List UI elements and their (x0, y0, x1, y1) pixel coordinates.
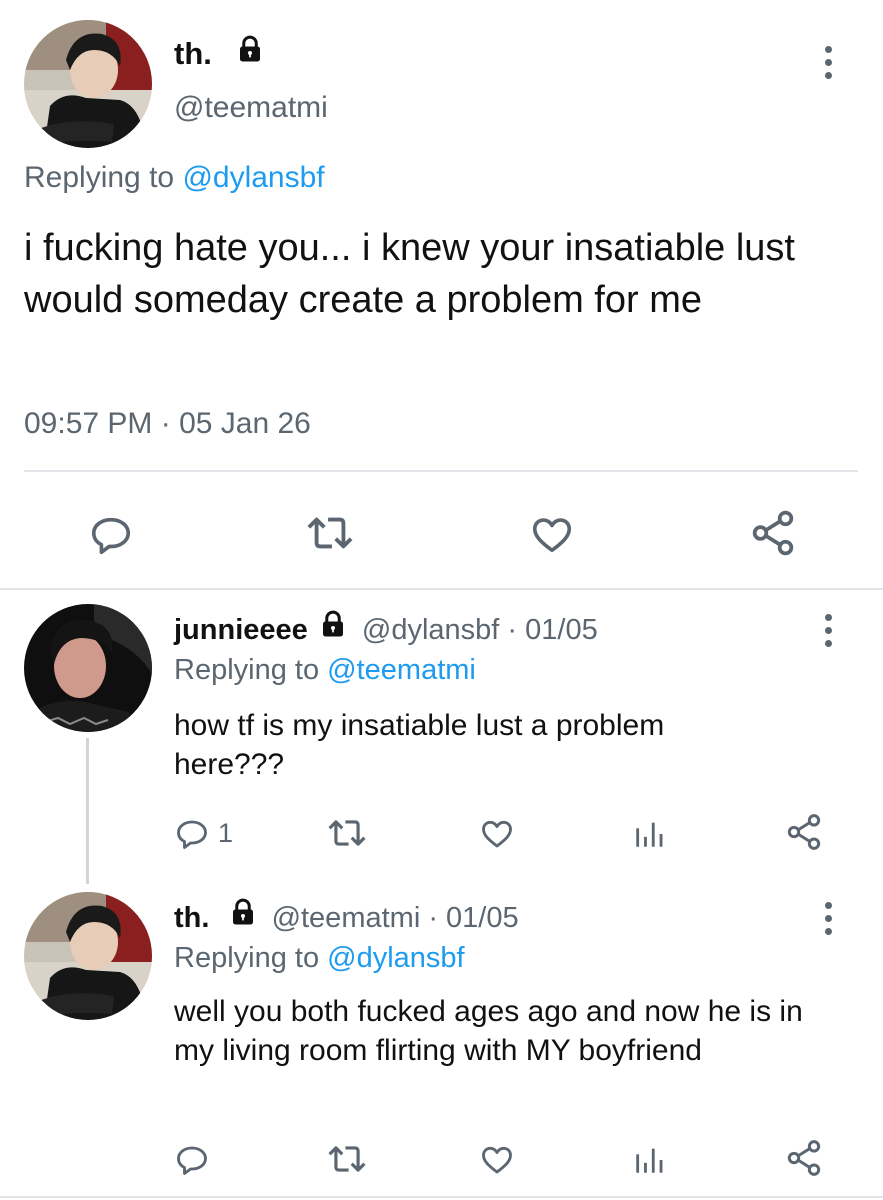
replying-prefix: Replying to (24, 161, 175, 194)
replying-to: Replying to @teematmi (174, 652, 476, 688)
tweet-text: i fucking hate you... i knew your insati… (24, 227, 795, 321)
retweet-icon[interactable] (324, 1140, 370, 1178)
reply-icon[interactable] (174, 1142, 210, 1178)
lock-icon (318, 609, 348, 648)
share-icon[interactable] (784, 1138, 824, 1178)
like-icon[interactable] (478, 1142, 516, 1178)
reply-count: 1 (218, 818, 234, 848)
handle[interactable]: @dylansbf (362, 614, 499, 646)
retweet-icon[interactable] (324, 814, 370, 852)
handle[interactable]: @teematmi (174, 90, 328, 126)
avatar[interactable] (24, 20, 152, 148)
replying-prefix: Replying to (174, 654, 320, 686)
section-divider (0, 588, 883, 590)
like-icon[interactable] (478, 816, 516, 852)
display-name[interactable]: junnieeee (174, 614, 308, 646)
thread-line (86, 738, 89, 884)
tweet-text: well you both fucked ages ago and now he… (174, 995, 803, 1067)
replying-to: Replying to @dylansbf (24, 160, 325, 196)
avatar[interactable] (24, 892, 152, 1020)
reply-date: · 01/05 (507, 614, 598, 646)
replying-handle-link[interactable]: @dylansbf (182, 161, 324, 194)
timestamp[interactable]: 09:57 PM · 05 Jan 26 (24, 406, 311, 442)
analytics-icon[interactable] (632, 1142, 666, 1178)
analytics-icon[interactable] (632, 816, 666, 852)
replying-prefix: Replying to (174, 942, 320, 974)
divider (24, 470, 858, 472)
replying-handle-link[interactable]: @dylansbf (327, 942, 464, 974)
retweet-icon[interactable] (302, 510, 358, 556)
divider (0, 1196, 883, 1198)
handle[interactable]: @teematmi (272, 902, 421, 934)
replying-to: Replying to @dylansbf (174, 940, 465, 976)
tweet-text: how tf is my insatiable lust a problem h… (174, 709, 665, 781)
more-options-icon[interactable] (822, 46, 834, 85)
display-name[interactable]: th. (174, 902, 209, 934)
like-icon[interactable] (528, 512, 576, 558)
display-name[interactable]: th. (174, 36, 212, 71)
share-icon[interactable] (748, 508, 798, 558)
reply-icon[interactable] (174, 816, 210, 852)
reply-icon[interactable] (88, 512, 134, 558)
more-options-icon[interactable] (822, 902, 834, 941)
avatar[interactable] (24, 604, 152, 732)
reply-date: · 01/05 (428, 902, 519, 934)
lock-icon (235, 34, 265, 72)
more-options-icon[interactable] (822, 614, 834, 653)
share-icon[interactable] (784, 812, 824, 852)
replying-handle-link[interactable]: @teematmi (327, 654, 476, 686)
lock-icon (228, 897, 258, 936)
